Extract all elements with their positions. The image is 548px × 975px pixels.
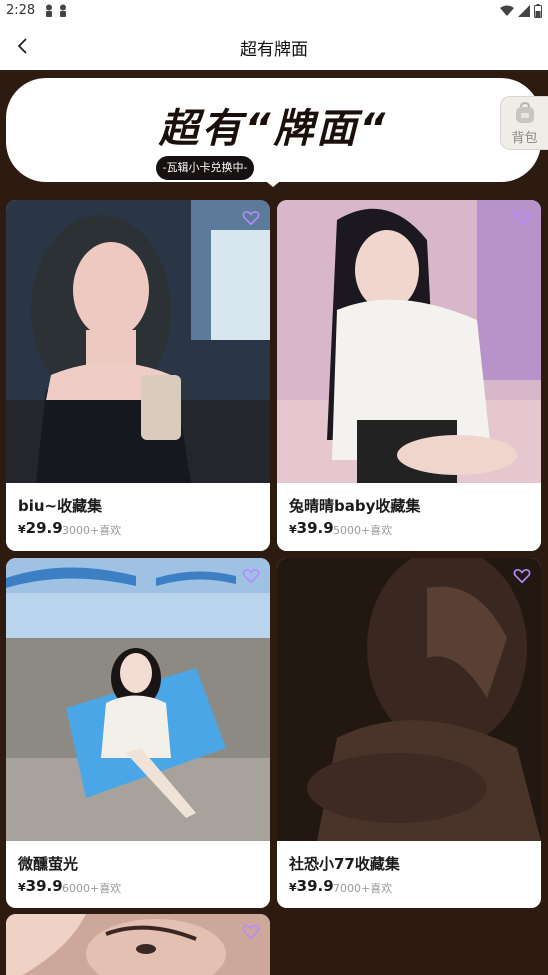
product-name: 社恐小77收藏集 (289, 855, 400, 873)
product-photo (277, 200, 541, 483)
product-photo (6, 558, 270, 841)
product-photo (6, 200, 270, 483)
heart-icon[interactable] (242, 210, 260, 226)
banner-title: 超有“牌面“ (158, 106, 389, 152)
product-price: ¥39.9 (289, 877, 334, 895)
product-card[interactable]: 社恐小77收藏集 ¥39.9 7000+喜欢 (277, 558, 541, 908)
battery-icon (534, 4, 542, 18)
status-time: 2:28 (6, 3, 36, 18)
notification-icon (60, 4, 66, 17)
product-photo (6, 914, 270, 975)
backpack-icon (516, 102, 534, 123)
product-name: 微醺萤光 (18, 855, 79, 873)
signal-icon (518, 5, 530, 17)
currency-symbol: ¥ (289, 881, 297, 894)
status-bar: 2:28 (0, 0, 548, 22)
product-info: 微醺萤光 ¥39.9 6000+喜欢 (6, 841, 270, 908)
product-card[interactable]: biu~收藏集 ¥29.9 3000+喜欢 (6, 200, 270, 551)
product-likes: 3000+喜欢 (62, 524, 122, 537)
banner-pointer (262, 178, 284, 187)
product-price: ¥29.9 (18, 519, 63, 537)
currency-symbol: ¥ (289, 523, 297, 536)
product-card[interactable] (6, 914, 270, 975)
price-value: 29.9 (25, 519, 63, 537)
currency-symbol: ¥ (18, 523, 26, 536)
price-value: 39.9 (296, 519, 334, 537)
product-likes: 7000+喜欢 (333, 882, 393, 895)
app-header: 超有牌面 (0, 22, 548, 70)
product-info: 兔晴晴baby收藏集 ¥39.9 5000+喜欢 (277, 483, 541, 551)
product-price: ¥39.9 (289, 519, 334, 537)
backpack-button[interactable]: 背包 (500, 96, 548, 150)
price-value: 39.9 (296, 877, 334, 895)
product-info: biu~收藏集 ¥29.9 3000+喜欢 (6, 483, 270, 551)
heart-icon[interactable] (513, 568, 531, 584)
product-name: 兔晴晴baby收藏集 (289, 497, 421, 515)
heart-icon[interactable] (242, 924, 260, 940)
promo-banner[interactable]: 超有“牌面“ -瓦辑小卡兑换中- (6, 78, 541, 182)
wifi-icon (500, 5, 514, 16)
banner-pill: -瓦辑小卡兑换中- (156, 156, 254, 180)
backpack-label: 背包 (511, 131, 538, 146)
notification-icon (46, 4, 52, 17)
product-likes: 6000+喜欢 (62, 882, 122, 895)
product-price: ¥39.9 (18, 877, 63, 895)
product-name: biu~收藏集 (18, 497, 103, 515)
heart-icon[interactable] (513, 210, 531, 226)
price-value: 39.9 (25, 877, 63, 895)
product-info: 社恐小77收藏集 ¥39.9 7000+喜欢 (277, 841, 541, 908)
currency-symbol: ¥ (18, 881, 26, 894)
product-card[interactable]: 微醺萤光 ¥39.9 6000+喜欢 (6, 558, 270, 908)
product-card[interactable]: 兔晴晴baby收藏集 ¥39.9 5000+喜欢 (277, 200, 541, 551)
heart-icon[interactable] (242, 568, 260, 584)
product-likes: 5000+喜欢 (333, 524, 393, 537)
main-content[interactable]: 超有“牌面“ -瓦辑小卡兑换中- 背包 biu~收藏集 ¥29.9 3000+喜… (0, 70, 548, 975)
page-title: 超有牌面 (240, 40, 308, 60)
product-photo (277, 558, 541, 841)
